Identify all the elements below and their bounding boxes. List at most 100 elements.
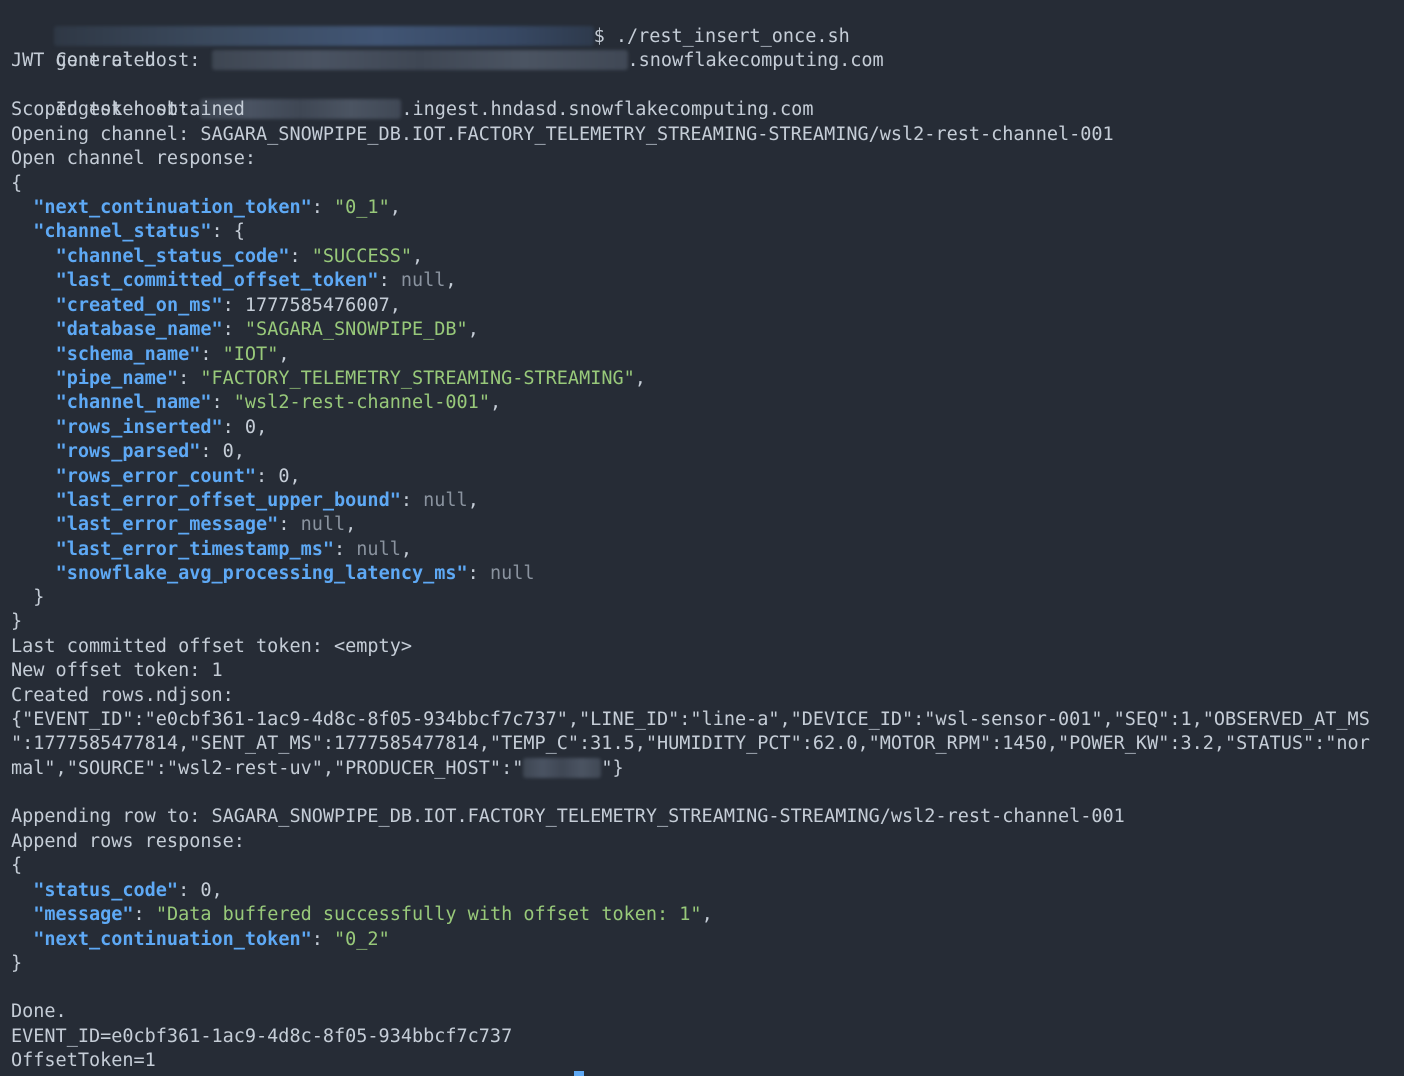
json-comma: , xyxy=(400,538,412,560)
json-comma: , xyxy=(233,441,245,463)
json-key: "next_continuation_token" xyxy=(33,928,312,950)
terminal-window[interactable]: $ ./rest_insert_once.sh Control host: .s… xyxy=(0,0,1404,1076)
json-key: "message" xyxy=(33,904,134,926)
json-value: 0 xyxy=(200,880,212,901)
scoped-token-line: Scoped token obtained xyxy=(11,99,245,120)
json-key: "pipe_name" xyxy=(55,368,179,389)
json-value: null xyxy=(356,538,401,560)
json-value: null xyxy=(300,514,346,536)
json-value: "IOT" xyxy=(222,343,279,365)
json-key: "last_committed_offset_token" xyxy=(55,270,379,292)
json-field-line: "rows_error_count": 0, xyxy=(55,465,301,487)
json-comma: , xyxy=(278,343,290,365)
json-comma: , xyxy=(467,319,479,341)
json-field-line: "last_error_message": null, xyxy=(55,514,357,536)
json-key: "next_continuation_token" xyxy=(33,197,312,218)
json-field-line: "pipe_name": "FACTORY_TELEMETRY_STREAMIN… xyxy=(55,368,646,389)
json-key: "snowflake_avg_processing_latency_ms" xyxy=(55,563,468,585)
json-value: 0 xyxy=(244,416,257,438)
json-field-line: "rows_inserted": 0, xyxy=(55,416,268,438)
json-key: "channel_status_code" xyxy=(55,246,290,267)
json-comma: , xyxy=(489,392,502,414)
prompt-line: $ ./rest_insert_once.sh xyxy=(9,1,850,47)
redacted-producer-host xyxy=(523,758,602,778)
append-json-open-brace: { xyxy=(11,855,23,876)
json-value: 0 xyxy=(278,465,290,487)
json-comma: , xyxy=(701,904,713,926)
json-key: "last_error_timestamp_ms" xyxy=(55,538,335,560)
control-host-suffix: .snowflakecomputing.com xyxy=(627,50,884,71)
json-key: "last_error_offset_upper_bound" xyxy=(55,490,401,511)
json-key: "last_error_message" xyxy=(55,514,279,536)
json-value: "SAGARA_SNOWPIPE_DB" xyxy=(244,319,468,341)
json-field-line: "status_code": 0, xyxy=(33,880,223,901)
json-value: null xyxy=(400,270,446,292)
json-key: "schema_name" xyxy=(55,343,201,365)
json-field-line: "last_error_offset_upper_bound": null, xyxy=(55,490,479,511)
ndjson-line-3-end: "} xyxy=(601,758,624,779)
json-field-line: "message": "Data buffered successfully w… xyxy=(33,904,713,926)
open-response-label: Open channel response: xyxy=(11,148,257,169)
json-value: "0_1" xyxy=(334,197,390,218)
json-field-line: "rows_parsed": 0, xyxy=(55,441,245,463)
ingest-host-line: Ingest host: .ingest.hndasd.snowflakecom… xyxy=(11,74,813,120)
json-field-line: "snowflake_avg_processing_latency_ms": n… xyxy=(55,563,535,585)
json-comma: , xyxy=(389,294,401,316)
redacted-control-host xyxy=(211,50,628,70)
json-key: "database_name" xyxy=(55,319,223,341)
json-value: "SUCCESS" xyxy=(311,246,412,267)
json-value: "FACTORY_TELEMETRY_STREAMING-STREAMING" xyxy=(200,368,635,389)
event-id-line: EVENT_ID=e0cbf361-1ac9-4d8c-8f05-934bbcf… xyxy=(11,1026,513,1047)
json-key: "rows_parsed" xyxy=(55,441,201,463)
json-comma: , xyxy=(345,514,357,536)
json-next-token-line: "next_continuation_token": "0_1", xyxy=(33,197,401,218)
json-field-line: "last_committed_offset_token": null, xyxy=(55,270,457,292)
ingest-host-suffix: .ingest.hndasd.snowflakecomputing.com xyxy=(401,99,814,120)
opening-channel-line: Opening channel: SAGARA_SNOWPIPE_DB.IOT.… xyxy=(11,124,1114,145)
json-comma: , xyxy=(412,246,424,267)
control-host-line: Control host: .snowflakecomputing.com xyxy=(11,25,884,71)
created-rows-line: Created rows.ndjson: xyxy=(11,685,234,706)
json-inner-close-brace: } xyxy=(11,587,45,608)
json-field-line: "channel_name": "wsl2-rest-channel-001", xyxy=(55,392,502,414)
json-value: 0 xyxy=(222,441,234,463)
json-value: null xyxy=(423,490,468,511)
json-key: "rows_error_count" xyxy=(55,465,257,487)
json-comma: , xyxy=(289,465,301,487)
json-comma: , xyxy=(211,880,223,901)
ndjson-line-2: ":1777585477814,"SENT_AT_MS":17775854778… xyxy=(11,733,1370,754)
new-offset-line: New offset token: 1 xyxy=(11,660,223,681)
ndjson-line-3-text: mal","SOURCE":"wsl2-rest-uv","PRODUCER_H… xyxy=(11,758,524,779)
json-field-line: "next_continuation_token": "0_2" xyxy=(33,928,390,950)
json-key: "status_code" xyxy=(33,880,179,901)
done-line: Done. xyxy=(11,1001,67,1022)
appending-line: Appending row to: SAGARA_SNOWPIPE_DB.IOT… xyxy=(11,806,1125,827)
json-field-line: "created_on_ms": 1777585476007, xyxy=(55,294,401,316)
json-value: "wsl2-rest-channel-001" xyxy=(233,392,490,414)
json-key: "rows_inserted" xyxy=(55,416,223,438)
jwt-line: JWT generated xyxy=(11,50,156,71)
append-json-close-brace: } xyxy=(11,953,23,974)
json-comma: , xyxy=(445,270,457,292)
json-value: "Data buffered successfully with offset … xyxy=(155,904,702,926)
offset-token-line: OffsetToken=1 xyxy=(11,1050,156,1071)
json-close-brace: } xyxy=(11,611,23,632)
json-comma: , xyxy=(467,490,479,511)
json-open-brace: { xyxy=(11,173,23,194)
json-channel-status-line: "channel_status": { xyxy=(33,221,245,242)
last-committed-line: Last committed offset token: <empty> xyxy=(11,636,412,657)
json-field-line: "schema_name": "IOT", xyxy=(55,343,290,365)
json-value: 1777585476007 xyxy=(244,294,390,316)
json-key: "channel_name" xyxy=(55,392,212,414)
json-field-line: "channel_status_code": "SUCCESS", xyxy=(55,246,424,267)
json-comma: , xyxy=(256,416,268,438)
terminal-cursor xyxy=(574,1071,584,1076)
append-response-label: Append rows response: xyxy=(11,831,245,852)
json-key: "channel_status" xyxy=(33,221,212,242)
ndjson-line-1: {"EVENT_ID":"e0cbf361-1ac9-4d8c-8f05-934… xyxy=(11,709,1370,730)
ndjson-line-3: mal","SOURCE":"wsl2-rest-uv","PRODUCER_H… xyxy=(11,757,624,781)
json-comma: , xyxy=(634,368,646,389)
json-field-line: "last_error_timestamp_ms": null, xyxy=(55,538,412,560)
json-key: "created_on_ms" xyxy=(55,294,223,316)
json-field-line: "database_name": "SAGARA_SNOWPIPE_DB", xyxy=(55,319,479,341)
